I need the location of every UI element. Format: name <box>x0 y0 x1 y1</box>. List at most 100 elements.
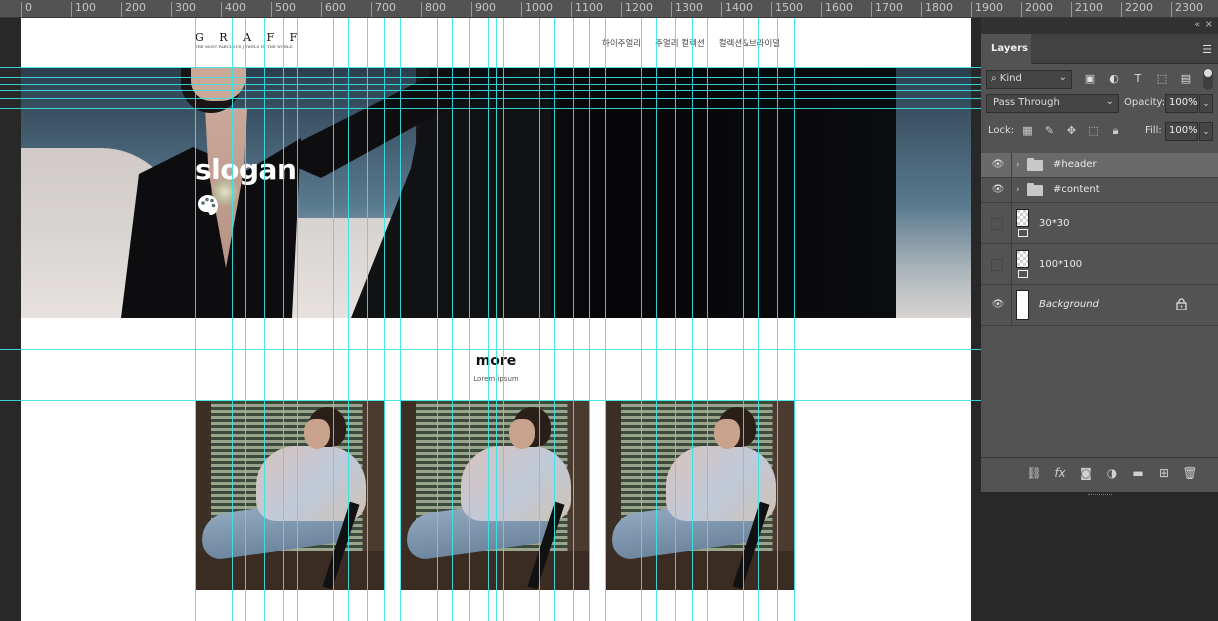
guide-vertical[interactable] <box>539 18 540 621</box>
add-mask-icon[interactable]: ◙ <box>1078 466 1094 492</box>
guide-vertical[interactable] <box>400 18 401 621</box>
nav-item-high-jewelry[interactable]: 하이주얼리 <box>602 37 641 49</box>
guide-vertical[interactable] <box>195 18 196 621</box>
link-layers-icon[interactable]: ⛓︎ <box>1026 466 1042 492</box>
new-group-icon[interactable]: ▬ <box>1130 466 1146 492</box>
guide-vertical[interactable] <box>264 18 265 621</box>
layer-header[interactable]: 👁︎ › #header <box>981 153 1218 178</box>
guide-vertical[interactable] <box>297 18 298 621</box>
ruler-tick: 2100 <box>1071 2 1103 17</box>
guide-vertical[interactable] <box>675 18 676 621</box>
guide-vertical[interactable] <box>488 18 489 621</box>
adjustment-layer-icon[interactable]: ◑ <box>1104 466 1120 492</box>
guide-horizontal[interactable] <box>0 90 981 91</box>
guide-horizontal[interactable] <box>0 77 981 78</box>
eye-icon[interactable]: 👁︎ <box>991 299 1005 311</box>
ruler-tick: 1100 <box>571 2 603 17</box>
guide-vertical[interactable] <box>554 18 555 621</box>
ruler-tick: 1700 <box>871 2 903 17</box>
guide-vertical[interactable] <box>573 18 574 621</box>
layer-30x30[interactable]: 30*30 <box>981 203 1218 244</box>
guide-vertical[interactable] <box>777 18 778 621</box>
guide-vertical[interactable] <box>437 18 438 621</box>
lock-icons: ▦ ✎ ✥ ⬚ 🔒︎ <box>1019 122 1124 140</box>
photo-card[interactable] <box>196 401 385 590</box>
guide-vertical[interactable] <box>283 18 284 621</box>
logo[interactable]: G R A F F THE MOST FABULOUS JEWELS IN TH… <box>195 32 303 50</box>
guide-vertical[interactable] <box>692 18 693 621</box>
ruler-tick: 1600 <box>821 2 853 17</box>
guide-horizontal[interactable] <box>0 400 981 401</box>
panel-menu-icon[interactable]: ☰ <box>1202 43 1212 56</box>
guide-vertical[interactable] <box>245 18 246 621</box>
nav-item-jewelry-collection[interactable]: 주얼리 컬렉션 <box>655 37 705 49</box>
guide-vertical[interactable] <box>496 18 497 621</box>
guide-vertical[interactable] <box>656 18 657 621</box>
guide-vertical[interactable] <box>641 18 642 621</box>
lock-position-icon[interactable]: ✥ <box>1063 122 1080 140</box>
visibility-toggle[interactable] <box>991 259 1003 271</box>
filter-row: ⌕ Kind ⌄ ▣ ◐ T ⬚ ▤ <box>981 64 1218 90</box>
new-layer-icon[interactable]: ⊞ <box>1156 466 1172 492</box>
photoshop-window: 0 100 200 300 400 500 600 700 800 900 10… <box>0 0 1218 621</box>
lock-all-icon[interactable]: 🔒︎ <box>1107 122 1124 140</box>
guide-vertical[interactable] <box>605 18 606 621</box>
image-filter-icon[interactable]: ▣ <box>1081 70 1099 88</box>
blend-mode-select[interactable]: Pass Through ⌄ <box>986 94 1119 113</box>
layers-list: 👁︎ › #header 👁︎ › #content 30*30 100*100… <box>981 153 1218 326</box>
guide-vertical[interactable] <box>452 18 453 621</box>
layer-100x100[interactable]: 100*100 <box>981 244 1218 285</box>
lock-row: Lock: ▦ ✎ ✥ ⬚ 🔒︎ Fill: 100% ⌄ <box>981 118 1218 146</box>
chevron-down-icon[interactable]: ⌄ <box>1199 94 1213 113</box>
guide-vertical[interactable] <box>384 18 385 621</box>
guide-vertical[interactable] <box>469 18 470 621</box>
layer-divider <box>1011 203 1012 243</box>
photo-card[interactable] <box>606 401 795 590</box>
guide-vertical[interactable] <box>743 18 744 621</box>
lock-image-icon[interactable]: ✎ <box>1041 122 1058 140</box>
adjustment-filter-icon[interactable]: ◐ <box>1105 70 1123 88</box>
visibility-toggle[interactable] <box>991 218 1003 230</box>
guide-horizontal[interactable] <box>0 67 981 68</box>
layer-background[interactable]: 👁︎ Background <box>981 285 1218 326</box>
layer-thumbnail <box>1016 290 1029 320</box>
guide-vertical[interactable] <box>794 18 795 621</box>
chevron-down-icon[interactable]: ⌄ <box>1199 122 1213 141</box>
nav-item-bridal[interactable]: 컬렉션&브라이덜 <box>719 37 780 49</box>
eye-icon[interactable]: 👁︎ <box>991 159 1005 171</box>
guide-vertical[interactable] <box>232 18 233 621</box>
opacity-input[interactable]: 100% <box>1165 94 1198 113</box>
close-panel-icon[interactable]: × <box>1205 19 1213 30</box>
layer-thumbnail <box>1016 250 1029 268</box>
guide-horizontal[interactable] <box>0 84 981 85</box>
chevron-right-icon[interactable]: › <box>1016 185 1020 195</box>
collapse-panel-icon[interactable]: « <box>1194 20 1200 30</box>
tab-layers[interactable]: Layers <box>981 34 1031 64</box>
delete-layer-icon[interactable]: 🗑︎ <box>1182 466 1198 492</box>
guide-horizontal[interactable] <box>0 108 981 109</box>
horizontal-ruler[interactable]: 0 100 200 300 400 500 600 700 800 900 10… <box>0 0 1218 18</box>
chevron-right-icon[interactable]: › <box>1016 160 1020 170</box>
guide-vertical[interactable] <box>348 18 349 621</box>
guide-horizontal[interactable] <box>0 98 981 99</box>
guide-vertical[interactable] <box>367 18 368 621</box>
layer-content[interactable]: 👁︎ › #content <box>981 178 1218 203</box>
guide-vertical[interactable] <box>758 18 759 621</box>
lock-artboard-icon[interactable]: ⬚ <box>1085 122 1102 140</box>
guide-horizontal[interactable] <box>0 349 981 350</box>
panel-resize-handle[interactable] <box>1088 494 1112 496</box>
eye-icon[interactable]: 👁︎ <box>991 184 1005 196</box>
guide-vertical[interactable] <box>503 18 504 621</box>
fill-input[interactable]: 100% <box>1165 122 1198 141</box>
guide-vertical[interactable] <box>707 18 708 621</box>
shape-filter-icon[interactable]: ⬚ <box>1153 70 1171 88</box>
lock-pixels-icon[interactable]: ▦ <box>1019 122 1036 140</box>
filter-toggle[interactable] <box>1203 68 1213 90</box>
type-filter-icon[interactable]: T <box>1129 70 1147 88</box>
face <box>304 419 330 449</box>
smart-object-filter-icon[interactable]: ▤ <box>1177 70 1195 88</box>
fx-icon[interactable]: fx <box>1052 466 1068 492</box>
guide-vertical[interactable] <box>589 18 590 621</box>
guide-vertical[interactable] <box>333 18 334 621</box>
filter-kind-select[interactable]: ⌕ Kind ⌄ <box>986 70 1072 89</box>
